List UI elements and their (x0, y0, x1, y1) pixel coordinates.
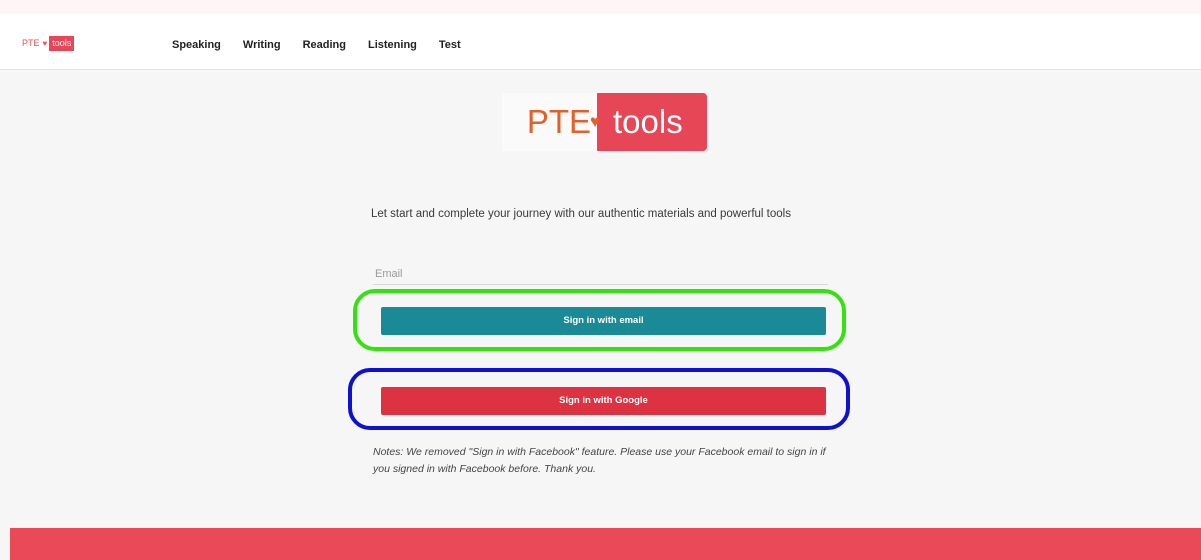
top-strip (0, 0, 1201, 14)
nav-item-speaking[interactable]: Speaking (172, 38, 221, 52)
sign-in-email-button[interactable]: Sign in with email (381, 307, 826, 335)
heart-icon: ♥ (42, 39, 48, 48)
nav-item-reading[interactable]: Reading (303, 38, 346, 52)
nav-links: Speaking Writing Reading Listening Test (172, 38, 461, 52)
notes-text: Notes: We removed "Sign in with Facebook… (373, 446, 826, 475)
nav-item-writing[interactable]: Writing (243, 38, 281, 52)
brand-logo[interactable]: PTE ♥ tools (22, 36, 75, 51)
email-field[interactable] (373, 263, 828, 285)
main-logo-left: PTE (502, 93, 597, 151)
tagline: Let start and complete your journey with… (371, 208, 791, 220)
main-logo: PTE ♥ tools (502, 93, 707, 151)
brand-logo-left: PTE (22, 38, 40, 48)
footer-bar (10, 528, 1201, 560)
brand-logo-right: tools (49, 36, 75, 51)
heart-icon: ♥ (590, 112, 601, 131)
main-logo-right: tools (597, 93, 707, 151)
navbar: PTE ♥ tools Speaking Writing Reading Lis… (0, 14, 1201, 70)
sign-in-google-button[interactable]: Sign in with Google (381, 387, 826, 415)
nav-item-listening[interactable]: Listening (368, 38, 417, 52)
nav-item-test[interactable]: Test (439, 38, 461, 52)
